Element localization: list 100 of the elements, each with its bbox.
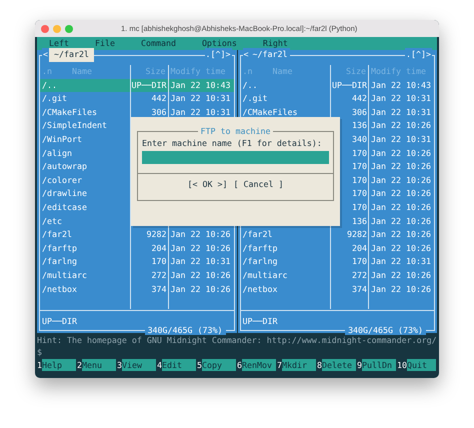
status-text: UP──DIR <box>242 316 278 326</box>
dialog-button[interactable]: [< OK >] <box>188 178 228 192</box>
file-name: /drawline <box>42 188 87 198</box>
file-time: Jan 22 10:26 <box>371 202 431 212</box>
file-name: /.git <box>42 93 67 104</box>
function-key-number: 10 <box>397 359 407 371</box>
function-key[interactable]: PullDn <box>362 359 396 371</box>
file-size: 170 <box>352 188 367 198</box>
file-name: /far2l <box>242 229 272 240</box>
function-key[interactable]: View <box>122 359 156 371</box>
file-size: 170 <box>352 256 367 266</box>
file-time: Jan 22 10:26 <box>371 229 431 240</box>
function-key[interactable]: Edit <box>162 359 196 371</box>
file-time: Jan 22 10:31 <box>170 256 230 266</box>
file-time: Jan 22 10:26 <box>170 284 230 294</box>
menu-item[interactable]: File <box>94 37 115 50</box>
status-text: UP──DIR <box>42 316 77 326</box>
close-icon[interactable] <box>41 24 49 32</box>
file-time: Jan 22 10:26 <box>170 270 230 280</box>
file-row[interactable]: /netbox 374 Jan 22 10:26 <box>240 282 434 296</box>
file-time: Jan 22 10:43 <box>371 80 431 90</box>
function-key[interactable]: RenMov <box>242 359 276 371</box>
hint-text: Hint: The homepage of GNU Midnight Commander: http://www.midnight-commander.org/ <box>37 334 437 346</box>
file-name: /CMakeFiles <box>42 106 97 117</box>
machine-name-field[interactable] <box>142 150 329 164</box>
file-row[interactable]: /multiarc 272 Jan 22 10:26 <box>240 268 434 282</box>
file-row[interactable]: /far2l 9282 Jan 22 10:26 <box>40 228 234 242</box>
file-row[interactable]: /netbox 374 Jan 22 10:26 <box>40 282 234 296</box>
column-header: Name <box>72 65 92 78</box>
file-time: Jan 22 10:31 <box>371 93 431 104</box>
menu-item[interactable]: Right <box>262 37 288 50</box>
file-row[interactable]: /.. UP──DIR Jan 22 10:43 <box>40 78 234 92</box>
column-header: Modify time <box>370 65 427 78</box>
function-key-number: 4 <box>157 359 162 371</box>
shell-prompt: $ <box>37 346 42 358</box>
file-size: 170 <box>352 161 367 172</box>
file-name: /farftp <box>242 242 278 253</box>
file-row[interactable]: /far2l 9282 Jan 22 10:26 <box>240 228 434 242</box>
file-time: Jan 22 10:26 <box>371 161 431 172</box>
file-size: UP──DIR <box>132 80 166 90</box>
function-key[interactable]: Copy <box>202 359 236 371</box>
file-time: Jan 22 10:26 <box>170 229 230 240</box>
file-name: /farftp <box>42 242 77 253</box>
file-name: /.. <box>42 80 57 90</box>
panel-path[interactable]: ~/far2l <box>49 48 94 62</box>
file-time: Jan 22 10:26 <box>371 174 431 185</box>
column-header: Name <box>272 65 292 78</box>
function-key[interactable]: Delete <box>322 359 356 371</box>
disk-usage: 340G/465G (73%) <box>144 326 226 335</box>
file-row[interactable]: /farftp 204 Jan 22 10:26 <box>240 242 434 256</box>
file-size: 204 <box>152 242 166 253</box>
function-key[interactable]: Quit <box>407 359 436 371</box>
column-header: .n <box>42 65 52 78</box>
file-name: /align <box>42 148 72 158</box>
file-time: Jan 22 10:31 <box>371 134 431 144</box>
file-name: /.git <box>242 93 268 104</box>
function-key[interactable]: Menu <box>82 359 116 371</box>
minimize-icon[interactable] <box>53 24 61 32</box>
menu-item[interactable]: Left <box>49 37 69 50</box>
file-time: Jan 22 10:31 <box>170 106 230 117</box>
file-size: 340 <box>352 134 367 144</box>
file-name: /WinPort <box>42 134 82 144</box>
function-key[interactable]: Help <box>42 359 76 371</box>
file-name: /colorer <box>42 174 82 185</box>
file-name: /farlng <box>242 256 278 266</box>
file-row[interactable]: /farftp 204 Jan 22 10:26 <box>40 242 234 256</box>
file-size: 306 <box>152 106 166 117</box>
file-time: Jan 22 10:26 <box>371 270 431 280</box>
function-key-number: 2 <box>77 359 82 371</box>
menu-item[interactable]: Options <box>202 37 237 50</box>
file-time: Jan 22 10:26 <box>170 242 230 253</box>
column-header: Modify time <box>170 65 226 78</box>
file-size: 136 <box>352 120 367 130</box>
file-size: 306 <box>352 106 367 117</box>
file-name: /editcase <box>42 202 87 212</box>
file-time: Jan 22 10:26 <box>371 284 431 294</box>
file-row[interactable]: /.git 442 Jan 22 10:31 <box>240 92 434 106</box>
file-time: Jan 22 10:26 <box>371 148 431 158</box>
dialog-button[interactable]: [ Cancel ] <box>234 178 284 192</box>
file-row[interactable]: /.. UP──DIR Jan 22 10:43 <box>240 78 434 92</box>
column-header: Size <box>331 65 369 79</box>
file-size: 136 <box>352 216 367 226</box>
zoom-icon[interactable] <box>65 24 73 32</box>
file-row[interactable]: /farlng 170 Jan 22 10:31 <box>240 255 434 269</box>
file-row[interactable]: /multiarc 272 Jan 22 10:26 <box>40 268 234 282</box>
file-row[interactable]: /farlng 170 Jan 22 10:31 <box>40 255 234 269</box>
file-size: UP──DIR <box>332 80 367 90</box>
file-time: Jan 22 10:31 <box>371 106 431 117</box>
file-name: /far2l <box>42 229 72 240</box>
dialog-label: Enter machine name (F1 for details): <box>142 137 323 150</box>
function-key[interactable]: Mkdir <box>282 359 316 371</box>
file-size: 272 <box>152 270 166 280</box>
menu-item[interactable]: Command <box>140 37 176 50</box>
file-size: 170 <box>352 174 367 185</box>
file-size: 374 <box>352 284 367 294</box>
function-key-number: 8 <box>317 359 322 371</box>
file-row[interactable]: /.git 442 Jan 22 10:31 <box>40 92 234 106</box>
file-name: /multiarc <box>42 270 87 280</box>
function-key-number: 3 <box>117 359 122 371</box>
file-size: 170 <box>352 202 367 212</box>
